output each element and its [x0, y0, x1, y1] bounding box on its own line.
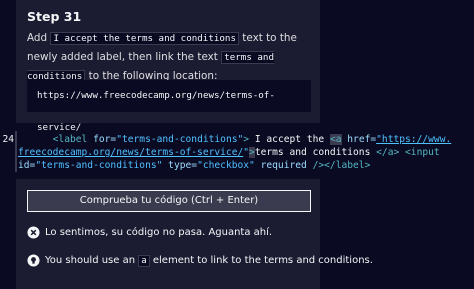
lightbulb-icon — [27, 254, 40, 267]
step-title: Step 31 — [27, 9, 82, 24]
code-line[interactable]: id="terms-and-conditions" type="checkbox… — [18, 159, 370, 172]
code-token: "terms-and-conditions" — [116, 134, 244, 145]
code-token: <label — [52, 134, 88, 145]
hint-message: You should use an a element to link to t… — [27, 254, 373, 267]
gutter-marker — [15, 131, 17, 172]
hint-code: a — [138, 254, 150, 267]
code-token: id= — [18, 160, 36, 171]
code-token: type= — [162, 160, 198, 171]
hint-text-pre: You should use an — [45, 255, 136, 266]
close-circle-icon — [27, 226, 40, 239]
hint-text-post: element to link to the terms and conditi… — [152, 255, 373, 266]
line-number: 24 — [2, 134, 14, 145]
instructions-text: Add I accept the terms and conditions te… — [27, 29, 311, 86]
code-token: />< — [306, 160, 330, 171]
instruction-code: I accept the terms and conditions — [50, 32, 239, 45]
code-token: "terms-and-conditions" — [35, 160, 163, 171]
fail-message: Lo sentimos, su código no pasa. Aguanta … — [27, 226, 272, 239]
code-token: href= — [341, 134, 377, 145]
fail-text: Lo sentimos, su código no pasa. Aguanta … — [45, 227, 273, 238]
code-token: <input — [399, 147, 440, 158]
code-token: for= — [93, 134, 117, 145]
code-token: required — [254, 160, 307, 171]
code-token: </a> — [376, 147, 400, 158]
instruction-part: Add — [27, 32, 48, 44]
code-token: "checkbox" — [197, 160, 255, 171]
check-code-button[interactable]: Comprueba tu código (Ctrl + Enter) — [27, 190, 311, 212]
code-token: freecodecamp.org/news/terms-of-service/ — [18, 147, 244, 158]
code-token: <a — [329, 134, 342, 145]
url-code-block: https://www.freecodecamp.org/news/terms-… — [27, 80, 311, 133]
code-line[interactable]: <label for="terms-and-conditions"> I acc… — [18, 133, 451, 146]
code-token: terms and conditions — [254, 147, 371, 158]
code-line[interactable]: freecodecamp.org/news/terms-of-service/"… — [18, 146, 440, 159]
code-token: /label> — [329, 160, 371, 171]
code-editor[interactable]: 24 <label for="terms-and-conditions"> I … — [0, 131, 474, 172]
code-token: "https://www. — [376, 134, 452, 145]
code-token: I accept the — [249, 134, 330, 145]
